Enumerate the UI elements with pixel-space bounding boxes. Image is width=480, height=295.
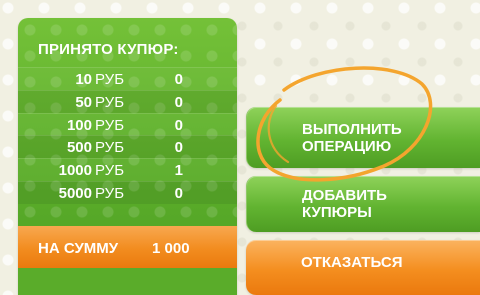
execute-operation-button[interactable]: ВЫПОЛНИТЬ ОПЕРАЦИЮ [246,107,480,168]
total-sum-label: НА СУММУ [38,240,119,257]
bill-currency: РУБ [95,162,125,180]
execute-operation-label-line1: ВЫПОЛНИТЬ [302,121,402,138]
add-bills-button[interactable]: ДОБАВИТЬ КУПЮРЫ [246,176,480,232]
bill-currency: РУБ [95,116,125,134]
bill-row-1000: 1000 РУБ 1 [18,158,237,181]
add-bills-label-line2: КУПЮРЫ [302,204,372,221]
bill-currency: РУБ [95,184,125,202]
bill-currency: РУБ [95,93,125,111]
bill-denomination: 50 [75,93,92,111]
bill-denomination: 10 [75,71,92,88]
bill-count: 0 [174,139,183,157]
execute-operation-label: ВЫПОЛНИТЬ ОПЕРАЦИЮ [302,121,402,155]
bill-count: 0 [174,116,183,134]
accepted-bills-panel: ПРИНЯТО КУПЮР: 10 РУБ 0 50 РУБ 0 100 РУБ… [18,18,237,295]
bill-denomination: 100 [66,116,92,134]
bill-row-100: 100 РУБ 0 [18,112,237,136]
bill-row-5000: 5000 РУБ 0 [18,180,237,204]
bill-currency: РУБ [95,139,125,157]
bill-currency: РУБ [95,71,125,88]
bill-count: 0 [174,71,183,88]
add-bills-label-line1: ДОБАВИТЬ [302,187,387,204]
add-bills-label: ДОБАВИТЬ КУПЮРЫ [302,187,387,221]
bill-denomination: 1000 [58,162,92,180]
panel-footer [18,268,237,295]
cancel-button[interactable]: ОТКАЗАТЬСЯ [246,240,480,295]
bill-count: 0 [174,93,183,111]
bill-count: 1 [174,162,183,180]
bill-row-10: 10 РУБ 0 [18,67,237,90]
bill-row-50: 50 РУБ 0 [18,89,237,113]
total-sum-bar: НА СУММУ 1 000 [18,226,237,268]
bill-denomination: 500 [66,139,92,157]
cancel-label: ОТКАЗАТЬСЯ [301,254,403,271]
bill-count: 0 [174,184,183,202]
total-sum-value: 1 000 [152,240,190,257]
bill-row-500: 500 РУБ 0 [18,135,237,159]
execute-operation-label-line2: ОПЕРАЦИЮ [302,138,392,155]
bill-list: 10 РУБ 0 50 РУБ 0 100 РУБ 0 500 РУБ 0 10… [18,67,237,204]
bill-denomination: 5000 [58,184,92,202]
panel-title: ПРИНЯТО КУПЮР: [38,41,179,58]
